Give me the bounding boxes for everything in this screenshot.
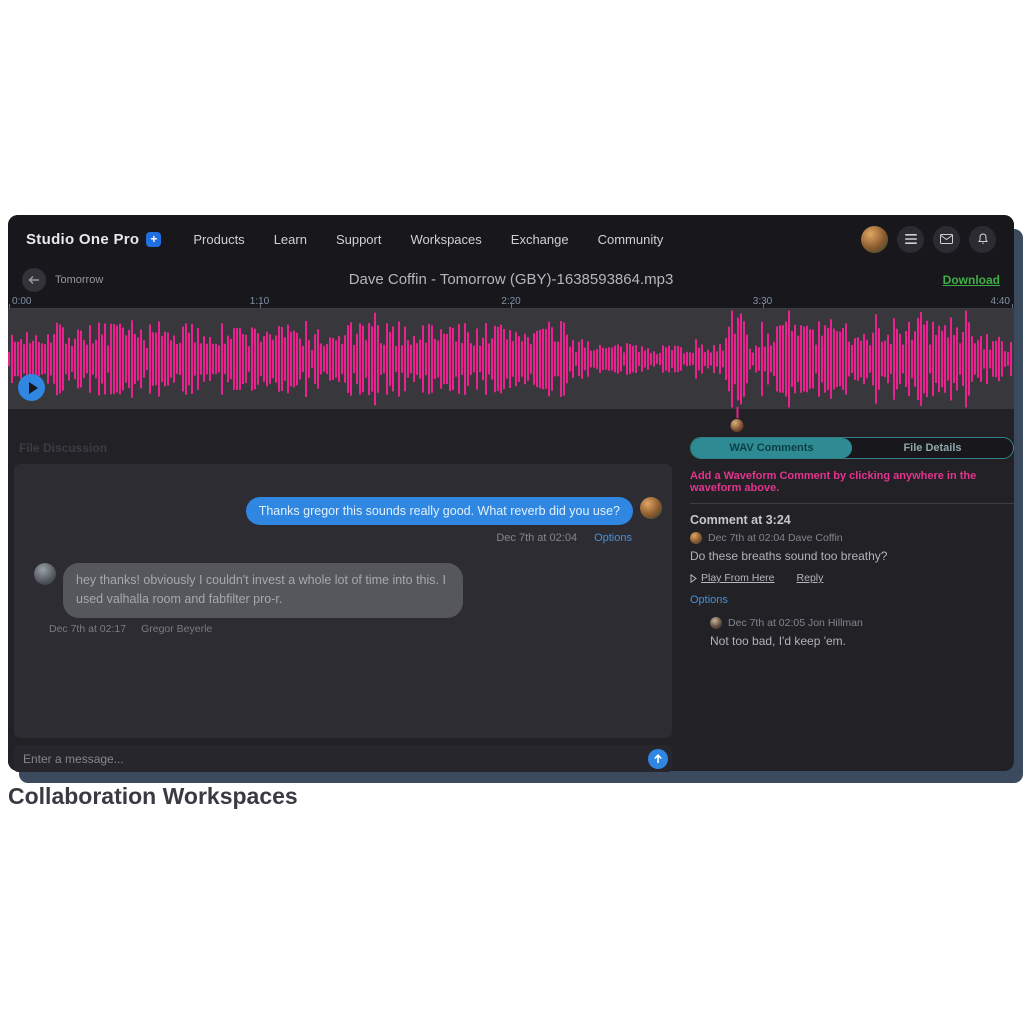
file-header: Tomorrow Dave Coffin - Tomorrow (GBY)-16… <box>8 263 1014 296</box>
marker-avatar <box>731 419 744 432</box>
play-icon <box>29 382 38 394</box>
app-window: Studio One Pro + Products Learn Support … <box>8 215 1014 771</box>
nav-item-workspaces[interactable]: Workspaces <box>410 232 481 247</box>
arrow-left-icon <box>28 275 40 285</box>
reply-author-timestamp: Dec 7th at 02:05 Jon Hillman <box>728 617 863 629</box>
nav-item-support[interactable]: Support <box>336 232 382 247</box>
time-ruler[interactable]: 0:00 1:10 2:20 3:30 4:40 <box>8 296 1014 309</box>
nav-item-learn[interactable]: Learn <box>274 232 307 247</box>
mail-icon <box>940 234 953 244</box>
back-button[interactable] <box>22 268 46 292</box>
ruler-tick <box>9 304 10 308</box>
back-label[interactable]: Tomorrow <box>55 274 103 286</box>
panel-tabs: WAV Comments File Details <box>690 437 1014 459</box>
time-label-0: 0:00 <box>12 296 31 307</box>
comments-panel: WAV Comments File Details Add a Waveform… <box>690 437 1014 648</box>
play-outline-icon <box>690 574 697 583</box>
logo[interactable]: Studio One Pro + <box>26 231 161 248</box>
notifications-button[interactable] <box>969 226 996 253</box>
message-input[interactable] <box>23 752 648 766</box>
ruler-tick <box>1012 304 1013 308</box>
arrow-up-icon <box>653 754 663 764</box>
waveform-display[interactable] <box>8 309 1014 409</box>
reply-text: Not too bad, I'd keep 'em. <box>710 634 1014 648</box>
waveform-comment-hint: Add a Waveform Comment by clicking anywh… <box>690 470 1014 494</box>
chat-panel: Thanks gregor this sounds really good. W… <box>14 464 672 738</box>
logo-text: Studio One Pro <box>26 231 139 248</box>
reply-link[interactable]: Reply <box>797 572 824 584</box>
divider <box>690 503 1014 504</box>
download-link[interactable]: Download <box>943 273 1000 287</box>
comment-actions: Play From Here Reply <box>690 572 1014 584</box>
nav-item-exchange[interactable]: Exchange <box>511 232 569 247</box>
message-timestamp: Dec 7th at 02:04 <box>496 532 577 544</box>
waveform-svg <box>8 309 1014 409</box>
message-meta: Dec 7th at 02:04 Options <box>14 525 672 544</box>
plus-badge-icon: + <box>146 232 161 247</box>
user-avatar[interactable] <box>861 226 888 253</box>
message-author: Gregor Beyerle <box>141 623 212 635</box>
ruler-tick <box>763 304 764 308</box>
avatar <box>690 532 702 544</box>
chat-message-outgoing: Thanks gregor this sounds really good. W… <box>14 464 672 525</box>
messages-button[interactable] <box>933 226 960 253</box>
section-heading: File Discussion <box>19 441 107 455</box>
tab-wav-comments[interactable]: WAV Comments <box>691 438 852 458</box>
marker-line <box>736 407 738 418</box>
message-meta: Dec 7th at 02:17 Gregor Beyerle <box>14 618 672 635</box>
play-from-here-label: Play From Here <box>701 572 775 584</box>
reply-meta: Dec 7th at 02:05 Jon Hillman <box>710 617 1014 629</box>
avatar <box>710 617 722 629</box>
waveform-comment-marker[interactable] <box>731 407 744 432</box>
nav-actions <box>861 226 996 253</box>
play-button[interactable] <box>18 374 45 401</box>
message-bubble[interactable]: hey thanks! obviously I couldn't invest … <box>63 563 463 618</box>
message-timestamp: Dec 7th at 02:17 <box>49 623 126 635</box>
send-button[interactable] <box>648 749 668 769</box>
reply-label: Reply <box>797 572 824 584</box>
nav-links: Products Learn Support Workspaces Exchan… <box>193 232 663 247</box>
play-from-here-link[interactable]: Play From Here <box>690 572 775 584</box>
main-content: File Discussion Thanks gregor this sound… <box>8 409 1014 771</box>
avatar <box>640 497 662 519</box>
comment-reply: Dec 7th at 02:05 Jon Hillman Not too bad… <box>710 617 1014 648</box>
chat-message-incoming: hey thanks! obviously I couldn't invest … <box>14 544 672 618</box>
comment-meta: Dec 7th at 02:04 Dave Coffin <box>690 532 1014 544</box>
menu-button[interactable] <box>897 226 924 253</box>
tab-file-details[interactable]: File Details <box>852 438 1013 458</box>
comment-title: Comment at 3:24 <box>690 513 1014 527</box>
top-navbar: Studio One Pro + Products Learn Support … <box>8 215 1014 263</box>
page-caption: Collaboration Workspaces <box>8 783 298 810</box>
ruler-tick <box>260 304 261 308</box>
bell-icon <box>977 233 989 245</box>
hamburger-icon <box>905 234 917 244</box>
nav-item-products[interactable]: Products <box>193 232 244 247</box>
message-input-row <box>14 745 672 772</box>
page-title: Dave Coffin - Tomorrow (GBY)-1638593864.… <box>8 271 1014 288</box>
time-label-4: 4:40 <box>991 296 1010 307</box>
nav-item-community[interactable]: Community <box>598 232 664 247</box>
comment-options-link[interactable]: Options <box>690 594 1014 606</box>
message-bubble[interactable]: Thanks gregor this sounds really good. W… <box>246 497 633 525</box>
ruler-tick <box>511 304 512 308</box>
comment-author-timestamp: Dec 7th at 02:04 Dave Coffin <box>708 532 843 544</box>
avatar <box>34 563 56 585</box>
message-options-link[interactable]: Options <box>594 532 632 544</box>
comment-text: Do these breaths sound too breathy? <box>690 549 1014 563</box>
